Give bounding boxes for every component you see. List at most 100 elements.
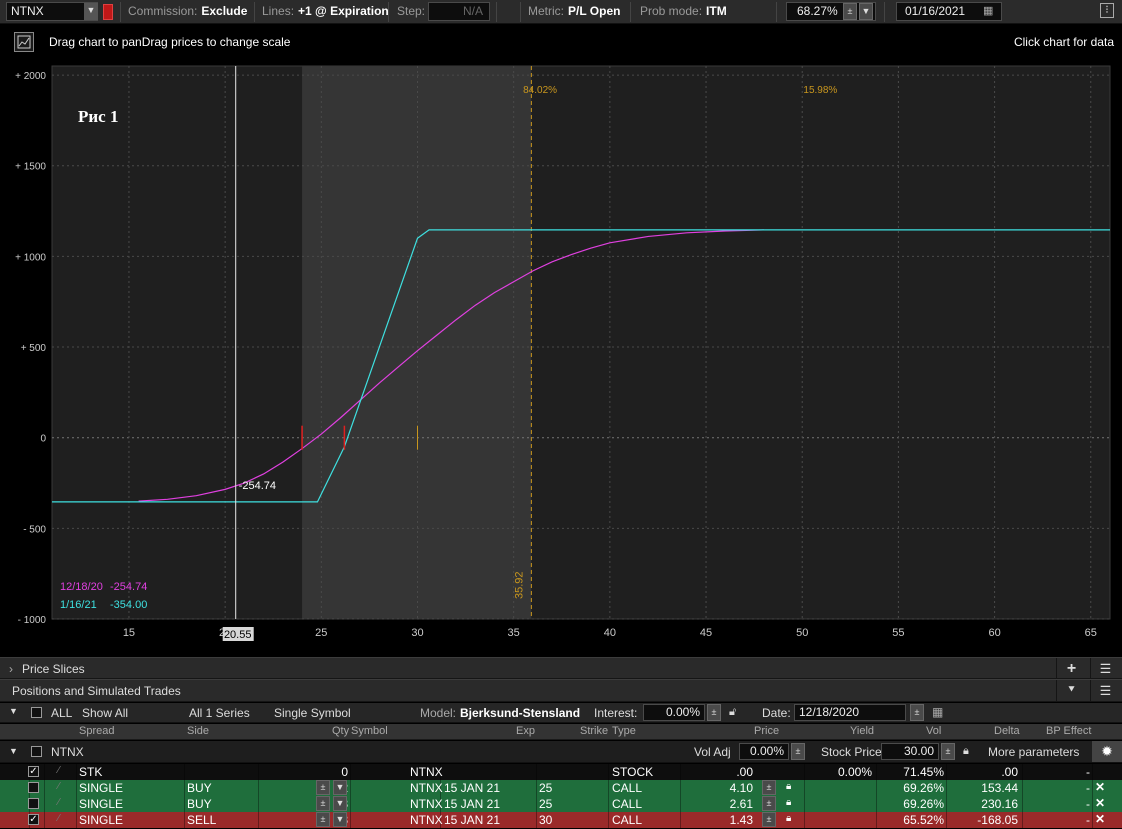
- spinner-icon[interactable]: ±: [707, 704, 721, 721]
- row-checkbox[interactable]: ✓: [28, 766, 39, 777]
- close-icon[interactable]: ✕: [1095, 796, 1105, 810]
- calendar-icon[interactable]: ▦: [932, 705, 943, 719]
- col-type[interactable]: Type: [612, 725, 636, 737]
- calendar-icon[interactable]: ▦: [983, 3, 993, 20]
- col-delta[interactable]: Delta: [994, 725, 1020, 737]
- spinner-icon[interactable]: ±: [941, 743, 955, 760]
- commission-control[interactable]: Commission: Exclude: [128, 4, 247, 18]
- spinner-icon[interactable]: ±: [762, 812, 776, 827]
- cell-price[interactable]: 1.43: [695, 813, 753, 827]
- chevron-right-icon[interactable]: ›: [9, 662, 13, 676]
- row-checkbox[interactable]: ✓: [28, 814, 39, 825]
- chart-link-icon[interactable]: ⁄: [58, 797, 60, 808]
- chevron-down-icon[interactable]: ▼: [859, 3, 873, 20]
- symbol-selector[interactable]: NTNX ▼: [6, 2, 98, 21]
- spinner-icon[interactable]: ±: [762, 796, 776, 811]
- lock-icon[interactable]: 🔒︎: [786, 813, 791, 824]
- table-row[interactable]: ⁄SINGLEBUY+2NTNX15 JAN 2125CALL4.1069.26…: [0, 780, 1122, 796]
- cell-divider: [536, 780, 537, 796]
- table-row[interactable]: ⁄SINGLEBUY+3NTNX15 JAN 2125CALL2.6169.26…: [0, 796, 1122, 812]
- link-color-icon[interactable]: [103, 4, 113, 20]
- close-icon[interactable]: ✕: [1095, 812, 1105, 826]
- chevron-down-icon[interactable]: ▼: [333, 780, 347, 795]
- show-all-dropdown[interactable]: Show All: [82, 706, 128, 720]
- lock-icon[interactable]: 🔒︎: [963, 745, 969, 758]
- more-parameters-button[interactable]: More parameters: [988, 745, 1079, 759]
- filter-all[interactable]: ALL: [51, 706, 72, 720]
- cell-divider: [1022, 780, 1023, 796]
- close-icon[interactable]: ✕: [1095, 780, 1105, 794]
- col-bp-effect[interactable]: BP Effect: [1046, 725, 1091, 737]
- chevron-down-icon[interactable]: ▼: [9, 746, 18, 756]
- row-checkbox[interactable]: [28, 798, 39, 809]
- cell-spread: SINGLE: [79, 813, 124, 827]
- collapse-icon[interactable]: ⯆: [1056, 680, 1086, 701]
- cell-strike: 25: [539, 797, 553, 811]
- plot-area[interactable]: [51, 65, 1111, 620]
- all-series-dropdown[interactable]: All 1 Series: [189, 706, 250, 720]
- col-vol[interactable]: Vol: [926, 725, 941, 737]
- date-label: Date:: [762, 706, 791, 720]
- cell-price[interactable]: 2.61: [695, 797, 753, 811]
- menu-list-icon[interactable]: ☰: [1090, 658, 1120, 679]
- chart-mode-icon[interactable]: [14, 32, 34, 52]
- spinner-icon[interactable]: ±: [316, 796, 330, 811]
- positions-bar[interactable]: Positions and Simulated Trades ⯆ ☰: [0, 679, 1122, 702]
- model-dropdown[interactable]: Bjerksund-Stensland: [460, 706, 580, 720]
- cell-divider: [876, 812, 877, 828]
- cell-vol: 69.26%: [903, 781, 944, 795]
- cell-price[interactable]: 4.10: [695, 781, 753, 795]
- chevron-down-icon[interactable]: ▼: [9, 706, 18, 716]
- settings-icon[interactable]: ⁝: [1100, 3, 1114, 18]
- spinner-icon[interactable]: ±: [316, 780, 330, 795]
- lock-icon[interactable]: 🔒︎: [786, 781, 791, 792]
- spinner-icon[interactable]: ±: [316, 812, 330, 827]
- lines-control[interactable]: Lines: +1 @ Expiration: [262, 4, 389, 18]
- col-symbol[interactable]: Symbol: [351, 725, 388, 737]
- spinner-icon[interactable]: ±: [843, 3, 857, 20]
- spinner-icon[interactable]: ±: [791, 743, 805, 760]
- col-price[interactable]: Price: [754, 725, 779, 737]
- add-icon[interactable]: +: [1056, 658, 1086, 679]
- cell-price[interactable]: .00: [695, 765, 753, 779]
- table-row[interactable]: ✓⁄SINGLESELL-3NTNX15 JAN 2130CALL1.4365.…: [0, 812, 1122, 828]
- group-checkbox[interactable]: [31, 746, 42, 757]
- chevron-down-icon[interactable]: ▼: [333, 796, 347, 811]
- probability-range-band: [302, 66, 532, 619]
- spinner-icon[interactable]: ±: [762, 780, 776, 795]
- chevron-down-icon[interactable]: ▼: [333, 812, 347, 827]
- select-all-checkbox[interactable]: [31, 707, 42, 718]
- spinner-icon[interactable]: ±: [910, 704, 924, 721]
- cell-qty[interactable]: 0: [290, 765, 348, 779]
- row-checkbox[interactable]: [28, 782, 39, 793]
- cell-divider: [76, 764, 77, 780]
- col-strike[interactable]: Strike: [580, 725, 608, 737]
- cell-divider: [258, 812, 259, 828]
- metric-control[interactable]: Metric: P/L Open: [528, 4, 620, 18]
- single-symbol-dropdown[interactable]: Single Symbol: [274, 706, 351, 720]
- interest-field[interactable]: 0.00%: [643, 704, 705, 721]
- col-exp[interactable]: Exp: [516, 725, 535, 737]
- gear-icon[interactable]: ✹: [1092, 741, 1122, 762]
- col-yield[interactable]: Yield: [850, 725, 874, 737]
- col-qty[interactable]: Qty: [332, 725, 349, 737]
- date-field[interactable]: 01/16/2021 ▦: [896, 2, 1002, 21]
- stock-price-field[interactable]: 30.00: [881, 743, 939, 760]
- chart-link-icon[interactable]: ⁄: [58, 781, 60, 792]
- risk-profile-chart[interactable]: + 2000+ 1500+ 1000+ 5000- 500- 100015202…: [0, 62, 1122, 646]
- menu-list-icon[interactable]: ☰: [1090, 680, 1120, 701]
- probability-field[interactable]: 68.27% ± ▼: [786, 2, 876, 21]
- table-row[interactable]: ✓ ⁄ STK 0 NTNX STOCK .00 0.00% 71.45% .00 -: [0, 764, 1122, 780]
- prob-mode-control[interactable]: Prob mode: ITM: [640, 4, 727, 18]
- lock-icon[interactable]: 🔒︎: [786, 797, 791, 808]
- positions-date-field[interactable]: 12/18/2020: [794, 704, 906, 721]
- vol-adj-field[interactable]: 0.00%: [739, 743, 789, 760]
- step-field[interactable]: N/A: [428, 2, 490, 21]
- chart-link-icon[interactable]: ⁄: [58, 813, 60, 824]
- col-spread[interactable]: Spread: [79, 725, 114, 737]
- lock-open-icon[interactable]: 🔓︎: [729, 706, 736, 719]
- chevron-down-icon[interactable]: ▼: [84, 3, 98, 20]
- col-side[interactable]: Side: [187, 725, 209, 737]
- chart-link-icon[interactable]: ⁄: [58, 765, 60, 776]
- price-slices-bar[interactable]: › Price Slices + ☰: [0, 657, 1122, 679]
